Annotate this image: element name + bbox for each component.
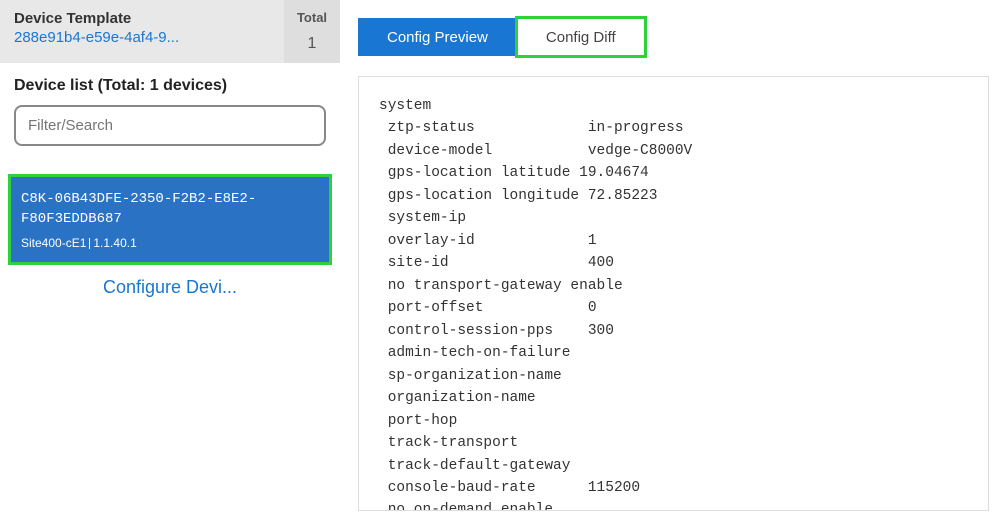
configure-devices-link[interactable]: Configure Devi...: [0, 273, 340, 302]
device-id-line2: F80F3EDDB687: [21, 211, 122, 227]
template-total-label: Total: [297, 10, 327, 25]
device-ip: 1.1.40.1: [93, 236, 136, 250]
tabs: Config Preview Config Diff: [358, 18, 989, 56]
device-id: C8K-06B43DFE-2350-F2B2-E8E2- F80F3EDDB68…: [21, 189, 319, 230]
template-label: Device Template: [14, 10, 270, 27]
device-name: Site400-cE1: [21, 236, 86, 250]
device-list-item[interactable]: C8K-06B43DFE-2350-F2B2-E8E2- F80F3EDDB68…: [8, 174, 332, 265]
template-id-link[interactable]: 288e91b4-e59e-4af4-9...: [14, 29, 244, 46]
template-total: Total 1: [284, 0, 340, 63]
config-output: system ztp-status in-progress device-mod…: [358, 76, 989, 511]
template-header: Device Template 288e91b4-e59e-4af4-9... …: [0, 0, 340, 63]
tab-config-diff[interactable]: Config Diff: [517, 18, 645, 56]
device-id-line1: C8K-06B43DFE-2350-F2B2-E8E2-: [21, 191, 256, 207]
template-info: Device Template 288e91b4-e59e-4af4-9...: [0, 0, 284, 63]
tab-config-preview[interactable]: Config Preview: [358, 18, 517, 56]
left-panel: Device Template 288e91b4-e59e-4af4-9... …: [0, 0, 340, 521]
device-subinfo: Site400-cE1 1.1.40.1: [21, 236, 319, 250]
template-total-value: 1: [308, 35, 317, 53]
filter-search-input[interactable]: [14, 105, 326, 146]
right-panel: Config Preview Config Diff system ztp-st…: [340, 0, 999, 521]
device-list-title: Device list (Total: 1 devices): [14, 77, 326, 95]
device-list-section: Device list (Total: 1 devices): [0, 63, 340, 156]
